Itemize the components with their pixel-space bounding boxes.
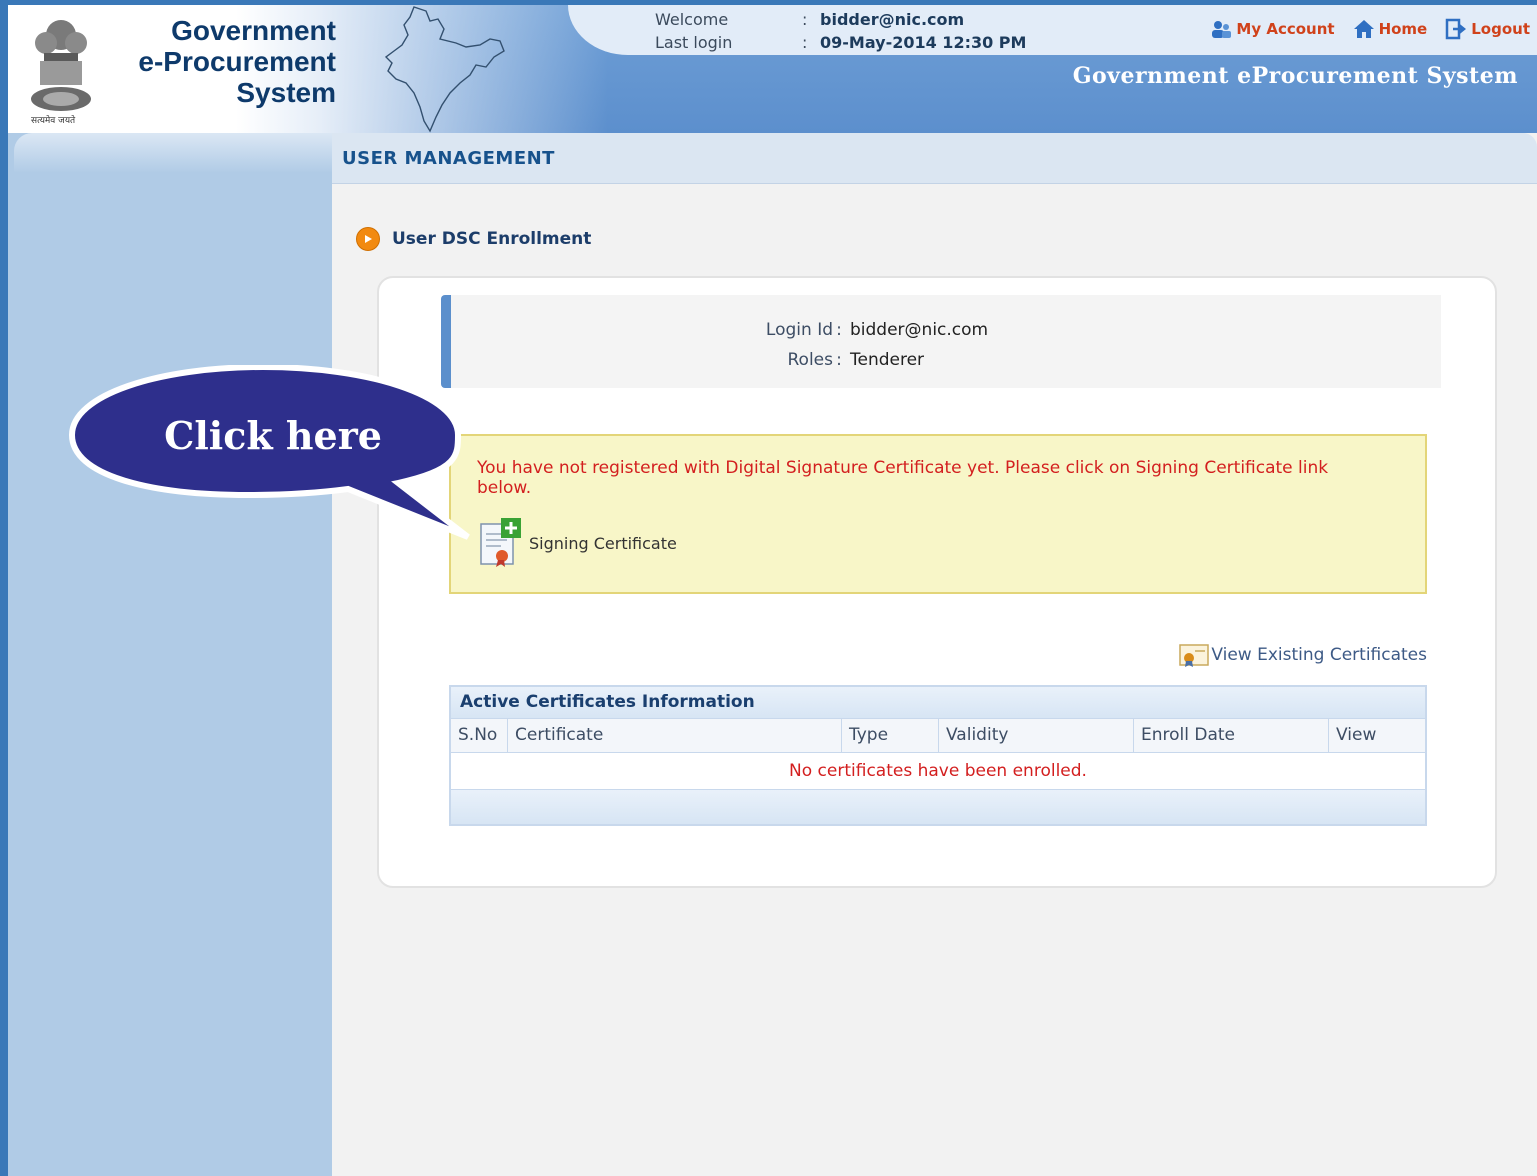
brand-line-1: Government [171, 15, 336, 46]
my-account-label: My Account [1236, 20, 1335, 38]
login-id-value: bidder@nic.com [850, 320, 989, 340]
system-title: Government eProcurement System [1072, 63, 1518, 89]
active-certificates-table: Active Certificates Information S.No Cer… [449, 685, 1427, 826]
brand-line-2: e-Procurement [138, 46, 336, 77]
view-existing-certificates-link[interactable]: View Existing Certificates [1179, 642, 1427, 668]
arrow-circle-icon [356, 227, 380, 251]
column-header-view: View [1336, 725, 1377, 745]
left-sidebar [12, 133, 332, 1176]
users-icon [1212, 21, 1232, 38]
last-login-value: 09-May-2014 12:30 PM [820, 33, 1027, 52]
empty-table-message: No certificates have been enrolled. [451, 753, 1425, 790]
last-login-label: Last login [655, 33, 733, 52]
brand-title: Government e-Procurement System [96, 15, 336, 108]
home-label: Home [1378, 20, 1428, 38]
login-id-separator: : [836, 320, 842, 340]
login-id-label: Login Id [765, 320, 833, 340]
top-navigation: My Account Home Logout [1210, 18, 1530, 40]
last-login-separator: : [802, 33, 808, 52]
column-header-sno: S.No [451, 719, 508, 752]
column-header-certificate: Certificate [508, 719, 842, 752]
login-info: Login Id : bidder@nic.com Roles : Tender… [751, 315, 988, 375]
callout-text: Click here [164, 413, 382, 458]
signing-certificate-label: Signing Certificate [529, 533, 677, 553]
india-map-icon [384, 6, 505, 133]
main-content: USER MANAGEMENT User DSC Enrollment Logi… [332, 133, 1537, 1176]
table-title: Active Certificates Information [451, 687, 1425, 718]
section-title-label: User DSC Enrollment [392, 229, 592, 249]
column-header-validity: Validity [939, 719, 1134, 752]
logout-link[interactable]: Logout [1445, 18, 1530, 40]
my-account-link[interactable]: My Account [1210, 18, 1335, 40]
table-header-row: S.No Certificate Type Validity Enroll Da… [451, 718, 1425, 753]
welcome-label: Welcome [655, 10, 729, 29]
column-header-enroll-date: Enroll Date [1134, 719, 1329, 752]
page-title: USER MANAGEMENT [342, 148, 555, 169]
enrollment-card: Login Id : bidder@nic.com Roles : Tender… [377, 276, 1497, 888]
table-footer [451, 790, 1425, 824]
home-link[interactable]: Home [1353, 18, 1428, 40]
left-sidebar-top [14, 133, 332, 173]
content-header: USER MANAGEMENT [332, 133, 1537, 184]
login-info-box: Login Id : bidder@nic.com Roles : Tender… [441, 295, 1441, 388]
roles-separator: : [836, 350, 842, 370]
national-emblem-icon: सत्यमेव जयते [31, 20, 91, 125]
certificate-icon [1179, 644, 1210, 667]
warning-message: You have not registered with Digital Sig… [477, 458, 1329, 498]
welcome-value: bidder@nic.com [820, 10, 965, 29]
warning-box: You have not registered with Digital Sig… [449, 434, 1427, 594]
home-icon [1353, 20, 1374, 38]
section-title: User DSC Enrollment [356, 227, 591, 251]
view-existing-label: View Existing Certificates [1211, 645, 1427, 665]
welcome-separator: : [802, 10, 808, 29]
header: सत्यमेव जयते Government e-Procurement Sy… [8, 5, 1537, 133]
column-header-type: Type [842, 719, 939, 752]
emblem-caption: सत्यमेव जयते [31, 114, 76, 125]
roles-value: Tenderer [850, 350, 925, 370]
logout-label: Logout [1471, 20, 1530, 38]
roles-label: Roles [787, 350, 834, 370]
welcome-info: Welcome : bidder@nic.com Last login : 09… [655, 8, 1026, 54]
logout-icon [1445, 18, 1467, 40]
brand-line-3: System [236, 77, 336, 108]
page: सत्यमेव जयते Government e-Procurement Sy… [8, 5, 1537, 1176]
